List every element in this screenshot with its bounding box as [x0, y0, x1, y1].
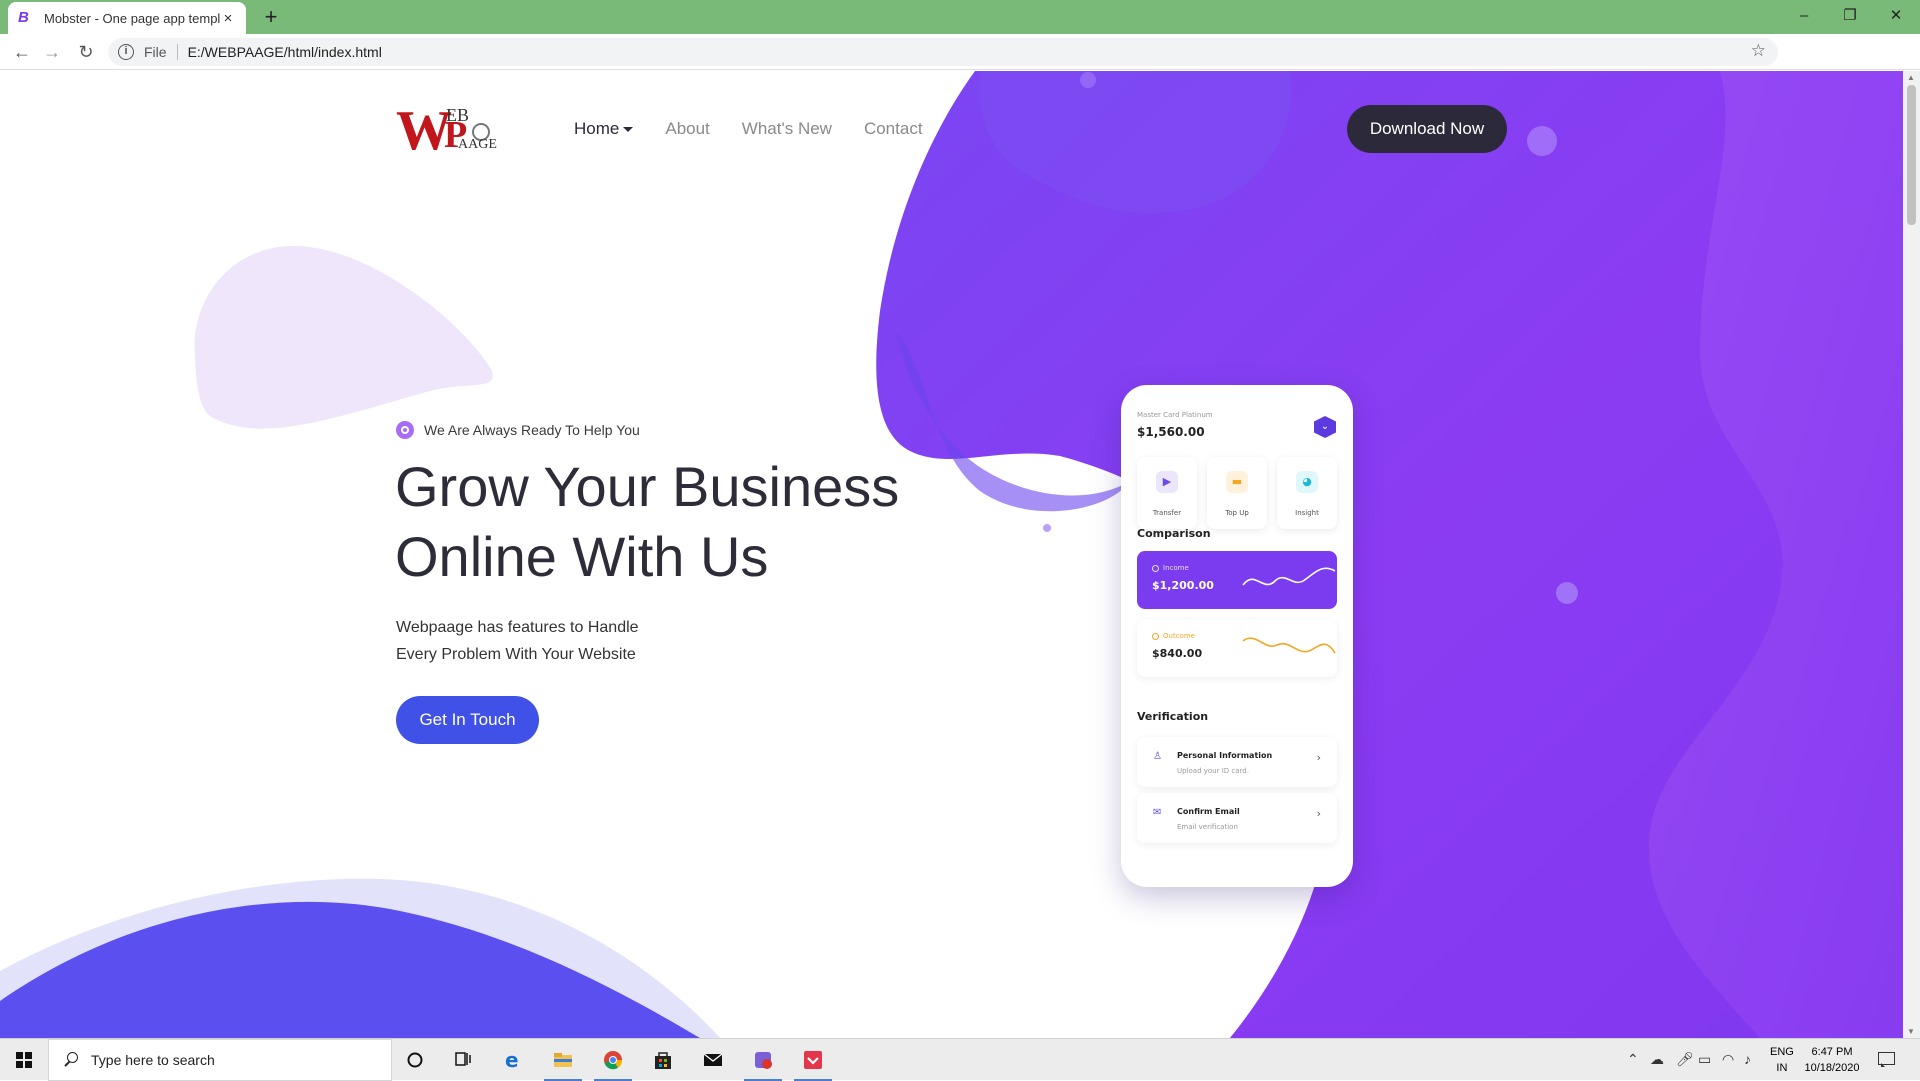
chrome-icon [604, 1051, 623, 1070]
hero-eyebrow: We Are Always Ready To Help You [396, 421, 640, 439]
browser-tab[interactable]: B Mobster - One page app templat × [8, 2, 246, 34]
tab-close-icon[interactable]: × [220, 10, 236, 27]
windows-logo-icon [16, 1052, 32, 1068]
minimize-button[interactable]: – [1784, 4, 1824, 28]
hero-subtext: Webpaage has features to Handle Every Pr… [396, 619, 639, 663]
close-window-button[interactable]: ✕ [1876, 4, 1916, 28]
income-card: Income $1,200.00 [1137, 551, 1337, 609]
scroll-down-icon[interactable]: ▼ [1907, 1027, 1915, 1036]
chevron-right-icon: › [1316, 807, 1321, 820]
app-badge-icon [755, 1052, 772, 1069]
chevron-down-icon: ⌄ [1314, 416, 1336, 438]
file-explorer-taskbar-button[interactable] [540, 1039, 586, 1081]
new-tab-button[interactable]: + [258, 4, 284, 30]
site-logo[interactable]: W EB P AAGE [396, 101, 500, 159]
nav-contact[interactable]: Contact [864, 119, 923, 139]
app-taskbar-button[interactable] [740, 1039, 786, 1081]
store-bag-icon [655, 1052, 671, 1069]
phone-mockup: Master Card Platinum $1,560.00 ⌄ ▶ Trans… [1121, 385, 1353, 887]
task-view-icon [455, 1052, 471, 1066]
pocket-icon [804, 1051, 822, 1069]
folder-icon [554, 1053, 572, 1067]
browser-toolbar: ← → ↻ i File E:/WEBPAAGE/html/index.html… [0, 34, 1920, 96]
card-balance: $1,560.00 [1137, 425, 1205, 439]
card-label: Master Card Platinum [1137, 411, 1213, 419]
income-sparkline [1242, 567, 1336, 586]
transfer-action: ▶ Transfer [1137, 457, 1197, 529]
forward-arrow-icon[interactable]: → [40, 40, 64, 64]
edge-icon: e [505, 1050, 519, 1070]
tab-title: Mobster - One page app templat [44, 10, 220, 26]
address-url[interactable]: E:/WEBPAAGE/html/index.html [188, 44, 382, 60]
nav-whats-new[interactable]: What's New [742, 119, 832, 139]
show-hidden-icons-icon[interactable]: ⌃ [1627, 1051, 1639, 1068]
user-icon: ♙ [1153, 751, 1162, 762]
pie-chart-icon: ◕ [1296, 471, 1318, 493]
mail-icon [703, 1053, 723, 1066]
taskbar-search[interactable]: Type here to search [48, 1039, 392, 1081]
mail-icon: ✉ [1153, 807, 1162, 818]
battery-icon[interactable]: ▭ [1698, 1051, 1711, 1068]
insight-action: ◕ Insight [1277, 457, 1337, 529]
chrome-taskbar-button[interactable] [590, 1039, 636, 1081]
address-scheme: File [144, 44, 178, 60]
search-icon [63, 1052, 79, 1068]
page-scrollbar[interactable]: ▲ ▼ [1903, 71, 1920, 1038]
back-arrow-icon[interactable]: ← [10, 40, 34, 64]
download-now-button[interactable]: Download Now [1347, 105, 1507, 153]
cortana-button[interactable] [392, 1039, 438, 1081]
pocket-taskbar-button[interactable] [790, 1039, 836, 1081]
bookmark-star-icon[interactable]: ☆ [1751, 41, 1766, 61]
caret-down-icon [623, 127, 634, 133]
store-taskbar-button[interactable] [640, 1039, 686, 1081]
taskbar-clock[interactable]: 6:47 PM 10/18/2020 [1802, 1044, 1862, 1076]
outcome-card: Outcome $840.00 [1137, 619, 1337, 677]
web-page: W EB P AAGE Home About What's New Contac… [0, 71, 1903, 1038]
onedrive-icon[interactable]: ☁ [1650, 1051, 1664, 1068]
play-icon: ▶ [1156, 471, 1178, 493]
cortana-icon [407, 1052, 423, 1068]
scrollbar-thumb[interactable] [1907, 85, 1916, 225]
comparison-title: Comparison [1137, 527, 1211, 540]
address-bar[interactable]: i File E:/WEBPAAGE/html/index.html ☆ [108, 38, 1778, 66]
verification-item[interactable]: ♙ Personal Information Upload your ID ca… [1137, 737, 1337, 787]
verification-title: Verification [1137, 710, 1209, 723]
task-view-button[interactable] [440, 1039, 486, 1081]
language-indicator[interactable]: ENG IN [1770, 1044, 1794, 1076]
mail-taskbar-button[interactable] [690, 1039, 736, 1081]
notification-icon[interactable] [1876, 1049, 1896, 1069]
hero-headline: Grow Your Business Online With Us [395, 455, 900, 588]
edge-taskbar-button[interactable]: e [490, 1039, 536, 1081]
eyebrow-text: We Are Always Ready To Help You [424, 422, 640, 438]
nav-about[interactable]: About [665, 119, 709, 139]
reload-icon[interactable]: ↻ [74, 40, 98, 64]
browser-tab-bar: B Mobster - One page app templat × + – ❐… [0, 0, 1920, 34]
target-icon [396, 421, 414, 439]
outcome-sparkline [1242, 637, 1336, 654]
search-placeholder: Type here to search [91, 1052, 215, 1068]
scroll-up-icon[interactable]: ▲ [1907, 73, 1915, 82]
info-icon[interactable]: i [118, 44, 134, 60]
site-favicon-icon: B [18, 9, 29, 26]
main-nav: Home About What's New Contact [574, 119, 923, 139]
chevron-right-icon: › [1316, 751, 1321, 764]
verification-item[interactable]: ✉ Confirm Email Email verification › [1137, 793, 1337, 843]
get-in-touch-button[interactable]: Get In Touch [396, 696, 539, 744]
nav-home[interactable]: Home [574, 119, 634, 139]
wifi-icon[interactable]: ◠ [1722, 1051, 1734, 1068]
volume-icon[interactable]: ♪ [1744, 1051, 1751, 1067]
restore-button[interactable]: ❐ [1830, 4, 1870, 28]
start-button[interactable] [0, 1039, 48, 1081]
microphone-icon[interactable]: 🎤︎ [1676, 1051, 1694, 1068]
top-up-action: ▬ Top Up [1207, 457, 1267, 529]
svg-text:e: e [505, 1050, 519, 1070]
wallet-icon: ▬ [1226, 471, 1248, 493]
windows-taskbar: Type here to search e ⌃ ☁ 🎤︎ ▭ ◠ ♪ ENG I… [0, 1038, 1920, 1081]
